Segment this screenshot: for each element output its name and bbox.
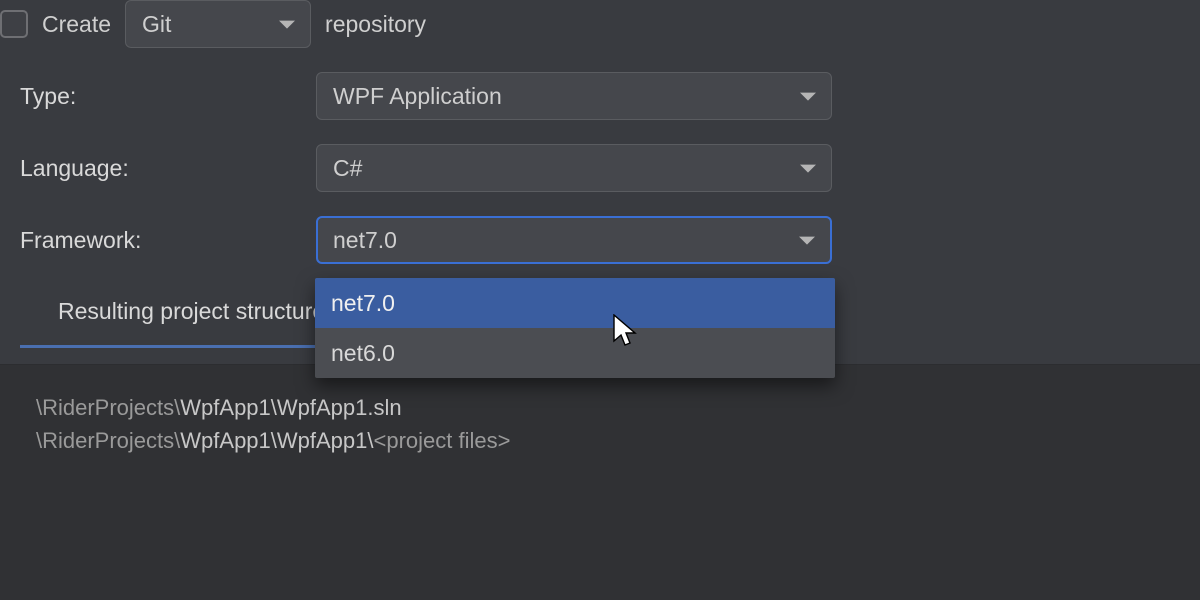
structure-placeholder: <project files> (374, 428, 511, 453)
structure-line: \RiderProjects\WpfApp1\WpfApp1.sln (36, 391, 1164, 424)
chevron-down-icon (278, 19, 296, 31)
resulting-structure-header: Resulting project structure (20, 298, 325, 348)
structure-path-dim: \RiderProjects\ (36, 428, 180, 453)
type-selected-value: WPF Application (333, 83, 502, 110)
repo-suffix-label: repository (325, 11, 426, 38)
vcs-select[interactable]: Git (125, 0, 311, 48)
structure-path: WpfApp1\WpfApp1.sln (180, 395, 401, 420)
chevron-down-icon (799, 91, 817, 103)
framework-option-net7[interactable]: net7.0 (315, 278, 835, 328)
project-structure-panel: \RiderProjects\WpfApp1\WpfApp1.sln \Ride… (0, 364, 1200, 600)
vcs-selected-value: Git (142, 11, 171, 38)
framework-label: Framework: (20, 227, 316, 254)
type-label: Type: (20, 83, 316, 110)
framework-selected-value: net7.0 (333, 227, 397, 254)
resulting-structure-label: Resulting project structure (58, 298, 325, 325)
create-label: Create (42, 11, 111, 38)
framework-option-label: net7.0 (331, 290, 395, 317)
create-repo-checkbox[interactable] (0, 10, 28, 38)
structure-path-dim: \RiderProjects\ (36, 395, 180, 420)
structure-path: WpfApp1\WpfApp1\ (180, 428, 373, 453)
create-repo-row: Create Git repository (0, 0, 1200, 48)
chevron-down-icon (799, 163, 817, 175)
language-select[interactable]: C# (316, 144, 832, 192)
framework-dropdown: net7.0 net6.0 (315, 278, 835, 378)
framework-option-label: net6.0 (331, 340, 395, 367)
framework-select[interactable]: net7.0 (316, 216, 832, 264)
framework-row: Framework: net7.0 (20, 216, 1200, 264)
language-row: Language: C# (20, 144, 1200, 192)
type-select[interactable]: WPF Application (316, 72, 832, 120)
type-row: Type: WPF Application (20, 72, 1200, 120)
structure-line: \RiderProjects\WpfApp1\WpfApp1\<project … (36, 424, 1164, 457)
chevron-down-icon (798, 235, 816, 247)
framework-option-net6[interactable]: net6.0 (315, 328, 835, 378)
language-selected-value: C# (333, 155, 362, 182)
language-label: Language: (20, 155, 316, 182)
